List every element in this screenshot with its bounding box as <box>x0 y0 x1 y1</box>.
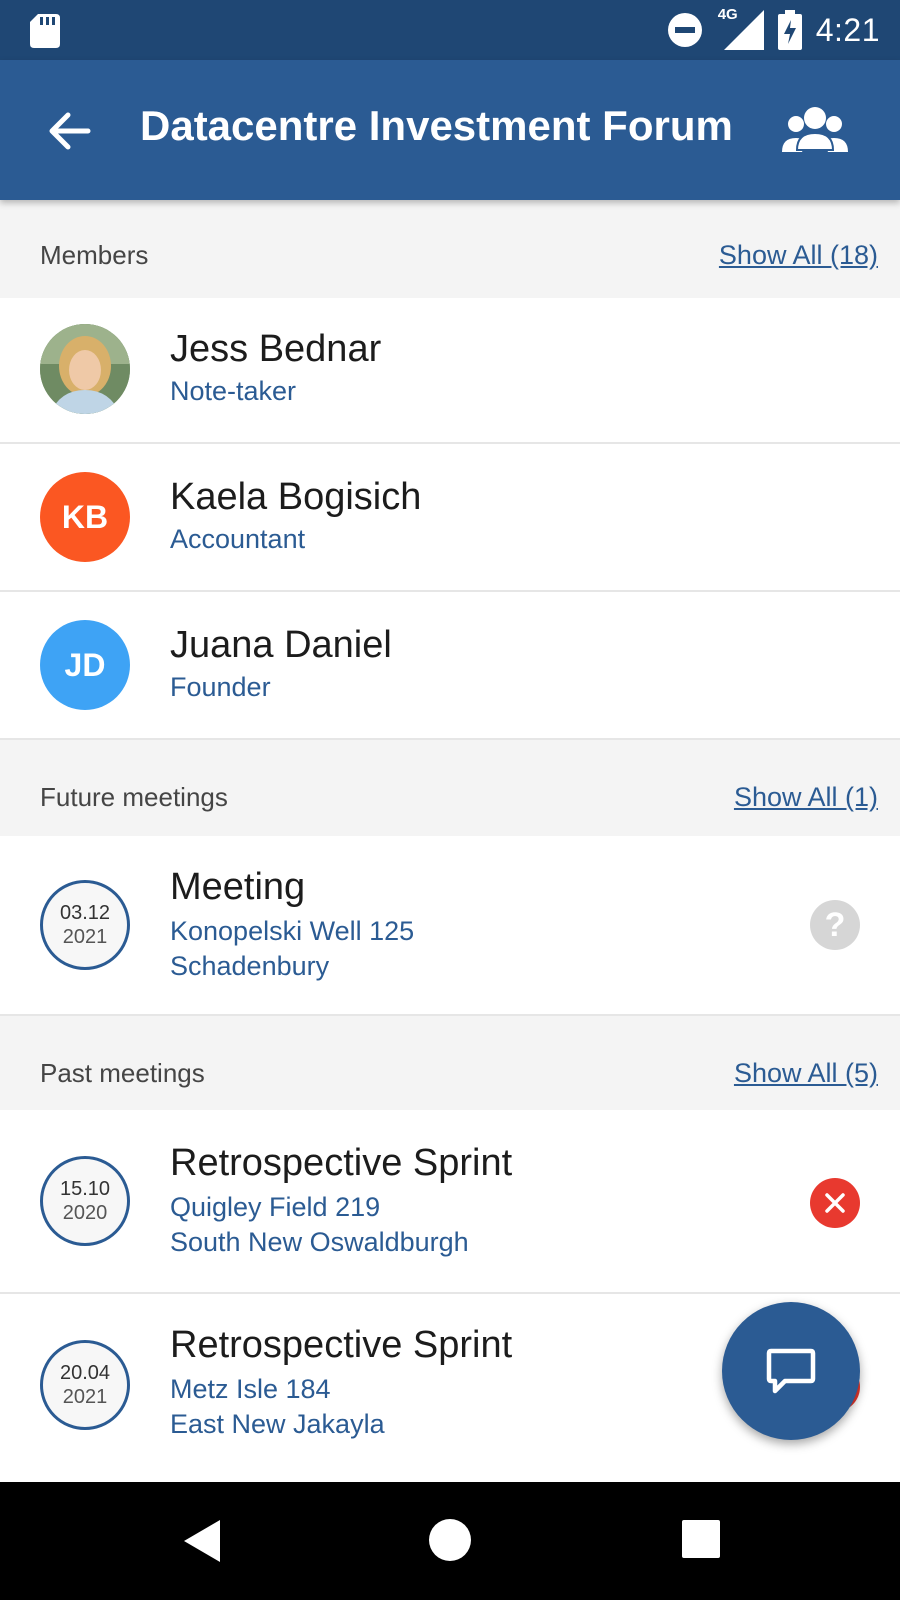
do-not-disturb-icon <box>667 13 702 47</box>
meeting-address-line1: Quigley Field 219 <box>170 1192 381 1222</box>
avatar: JD <box>40 620 130 710</box>
meeting-title: Retrospective Sprint <box>170 1324 513 1366</box>
meeting-address-line1: Metz Isle 184 <box>170 1374 331 1404</box>
sd-card-icon <box>30 14 60 48</box>
member-row[interactable]: KB Kaela Bogisich Accountant <box>0 444 900 592</box>
meeting-address-line1: Konopelski Well 125 <box>170 916 415 946</box>
question-icon[interactable]: ? <box>810 900 860 950</box>
date-badge: 20.04 2021 <box>40 1340 130 1430</box>
member-role: Founder <box>170 672 271 702</box>
nav-recents-icon[interactable] <box>682 1520 720 1558</box>
past-meetings-section-header: Past meetings Show All (5) <box>0 1014 900 1110</box>
meeting-title: Meeting <box>170 866 306 908</box>
members-section-header: Members Show All (18) <box>0 200 900 298</box>
date-day-month: 20.04 <box>59 1362 111 1384</box>
date-year: 2021 <box>62 1386 108 1408</box>
date-badge: 15.10 2020 <box>40 1156 130 1246</box>
arrow-back-icon[interactable] <box>44 106 94 156</box>
section-title-members: Members <box>40 240 149 270</box>
battery-charging-icon <box>777 10 802 50</box>
cell-signal-icon: 4G <box>718 6 764 50</box>
future-meetings-show-all-link[interactable]: Show All (1) <box>734 782 878 813</box>
member-name: Jess Bednar <box>170 328 382 370</box>
member-role: Accountant <box>170 524 306 554</box>
meeting-address-line2: East New Jakayla <box>170 1409 385 1439</box>
page-title: Datacentre Investment Forum <box>140 102 733 149</box>
future-meetings-section-header: Future meetings Show All (1) <box>0 738 900 836</box>
date-badge: 03.12 2021 <box>40 880 130 970</box>
member-row[interactable]: Jess Bednar Note-taker <box>0 298 900 444</box>
status-bar: 4G 4:21 <box>0 0 900 60</box>
chat-icon <box>766 1348 816 1394</box>
member-name: Kaela Bogisich <box>170 476 422 518</box>
clock: 4:21 <box>815 11 880 48</box>
chat-fab-button[interactable] <box>722 1302 860 1440</box>
group-icon[interactable] <box>782 100 848 160</box>
meeting-address-line2: South New Oswaldburgh <box>170 1227 469 1257</box>
member-photo <box>40 324 130 414</box>
system-nav-bar <box>0 1482 900 1600</box>
section-title-future-meetings: Future meetings <box>40 782 228 812</box>
member-role: Note-taker <box>170 376 297 406</box>
member-name: Juana Daniel <box>170 624 392 666</box>
avatar <box>40 324 130 414</box>
nav-home-icon[interactable] <box>428 1518 472 1562</box>
declined-x-icon[interactable] <box>810 1178 860 1228</box>
date-day-month: 15.10 <box>59 1178 111 1200</box>
member-row[interactable]: JD Juana Daniel Founder <box>0 592 900 738</box>
avatar: KB <box>40 472 130 562</box>
section-title-past-meetings: Past meetings <box>40 1058 205 1088</box>
past-meetings-show-all-link[interactable]: Show All (5) <box>734 1058 878 1089</box>
meeting-row[interactable]: 03.12 2021 Meeting Konopelski Well 125 S… <box>0 836 900 1014</box>
avatar-initials: KB <box>61 498 109 535</box>
network-type-label: 4G <box>717 6 738 23</box>
date-year: 2020 <box>62 1202 108 1224</box>
date-day-month: 03.12 <box>59 902 111 924</box>
meeting-address-line2: Schadenbury <box>170 951 330 981</box>
nav-back-icon[interactable] <box>180 1518 226 1564</box>
app-bar: Datacentre Investment Forum <box>0 60 900 200</box>
meeting-row[interactable]: 15.10 2020 Retrospective Sprint Quigley … <box>0 1110 900 1294</box>
meeting-title: Retrospective Sprint <box>170 1142 513 1184</box>
date-year: 2021 <box>62 926 108 948</box>
avatar-initials: JD <box>64 646 106 683</box>
members-show-all-link[interactable]: Show All (18) <box>719 240 878 271</box>
